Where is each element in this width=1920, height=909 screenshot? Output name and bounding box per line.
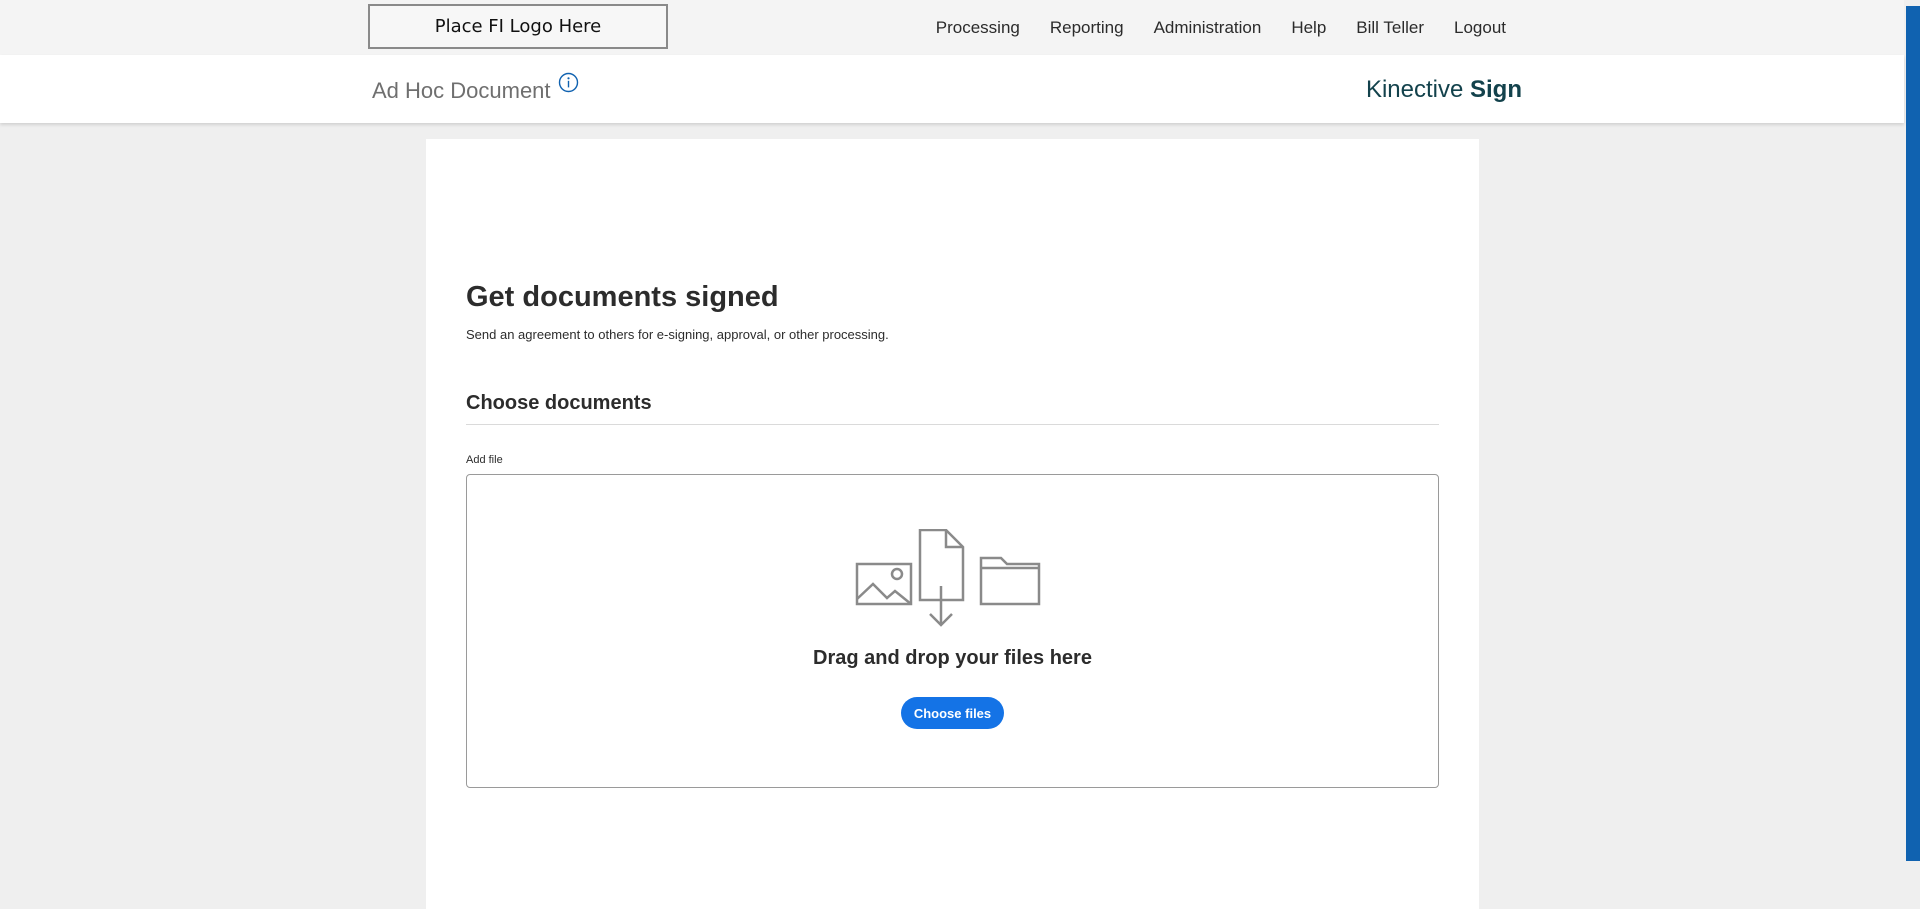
nav-administration[interactable]: Administration <box>1154 18 1262 38</box>
main-heading: Get documents signed <box>466 281 779 313</box>
fi-logo-placeholder[interactable]: Place FI Logo Here <box>368 4 668 49</box>
top-nav-bar: Place FI Logo Here Processing Reporting … <box>0 0 1904 55</box>
side-edge-bar <box>1906 6 1920 861</box>
image-icon <box>855 562 913 606</box>
nav-logout[interactable]: Logout <box>1454 18 1506 38</box>
dropzone-text: Drag and drop your files here <box>813 647 1092 669</box>
file-icons-group <box>855 529 1041 627</box>
brand-logo: Kinective Sign <box>1366 76 1522 104</box>
file-dropzone[interactable]: Drag and drop your files here Choose fil… <box>466 474 1439 788</box>
section-title: Choose documents <box>466 392 652 414</box>
main-nav: Processing Reporting Administration Help… <box>906 0 1506 55</box>
page-header: Ad Hoc Document Kinective Sign <box>0 55 1904 123</box>
section-divider <box>466 424 1439 425</box>
info-icon[interactable] <box>558 72 579 93</box>
brand-prefix: Kinective <box>1365 76 1464 103</box>
nav-user-menu[interactable]: Bill Teller <box>1356 18 1424 38</box>
main-card: Get documents signed Send an agreement t… <box>426 139 1479 909</box>
page-title: Ad Hoc Document <box>372 78 551 103</box>
main-subtext: Send an agreement to others for e-signin… <box>466 327 889 342</box>
nav-help[interactable]: Help <box>1291 18 1326 38</box>
nav-processing[interactable]: Processing <box>936 18 1020 38</box>
nav-reporting[interactable]: Reporting <box>1050 18 1124 38</box>
brand-suffix: Sign <box>1470 76 1522 103</box>
choose-files-button[interactable]: Choose files <box>901 697 1004 729</box>
file-download-icon <box>918 529 965 627</box>
folder-icon <box>979 556 1041 606</box>
add-file-label: Add file <box>466 454 503 466</box>
